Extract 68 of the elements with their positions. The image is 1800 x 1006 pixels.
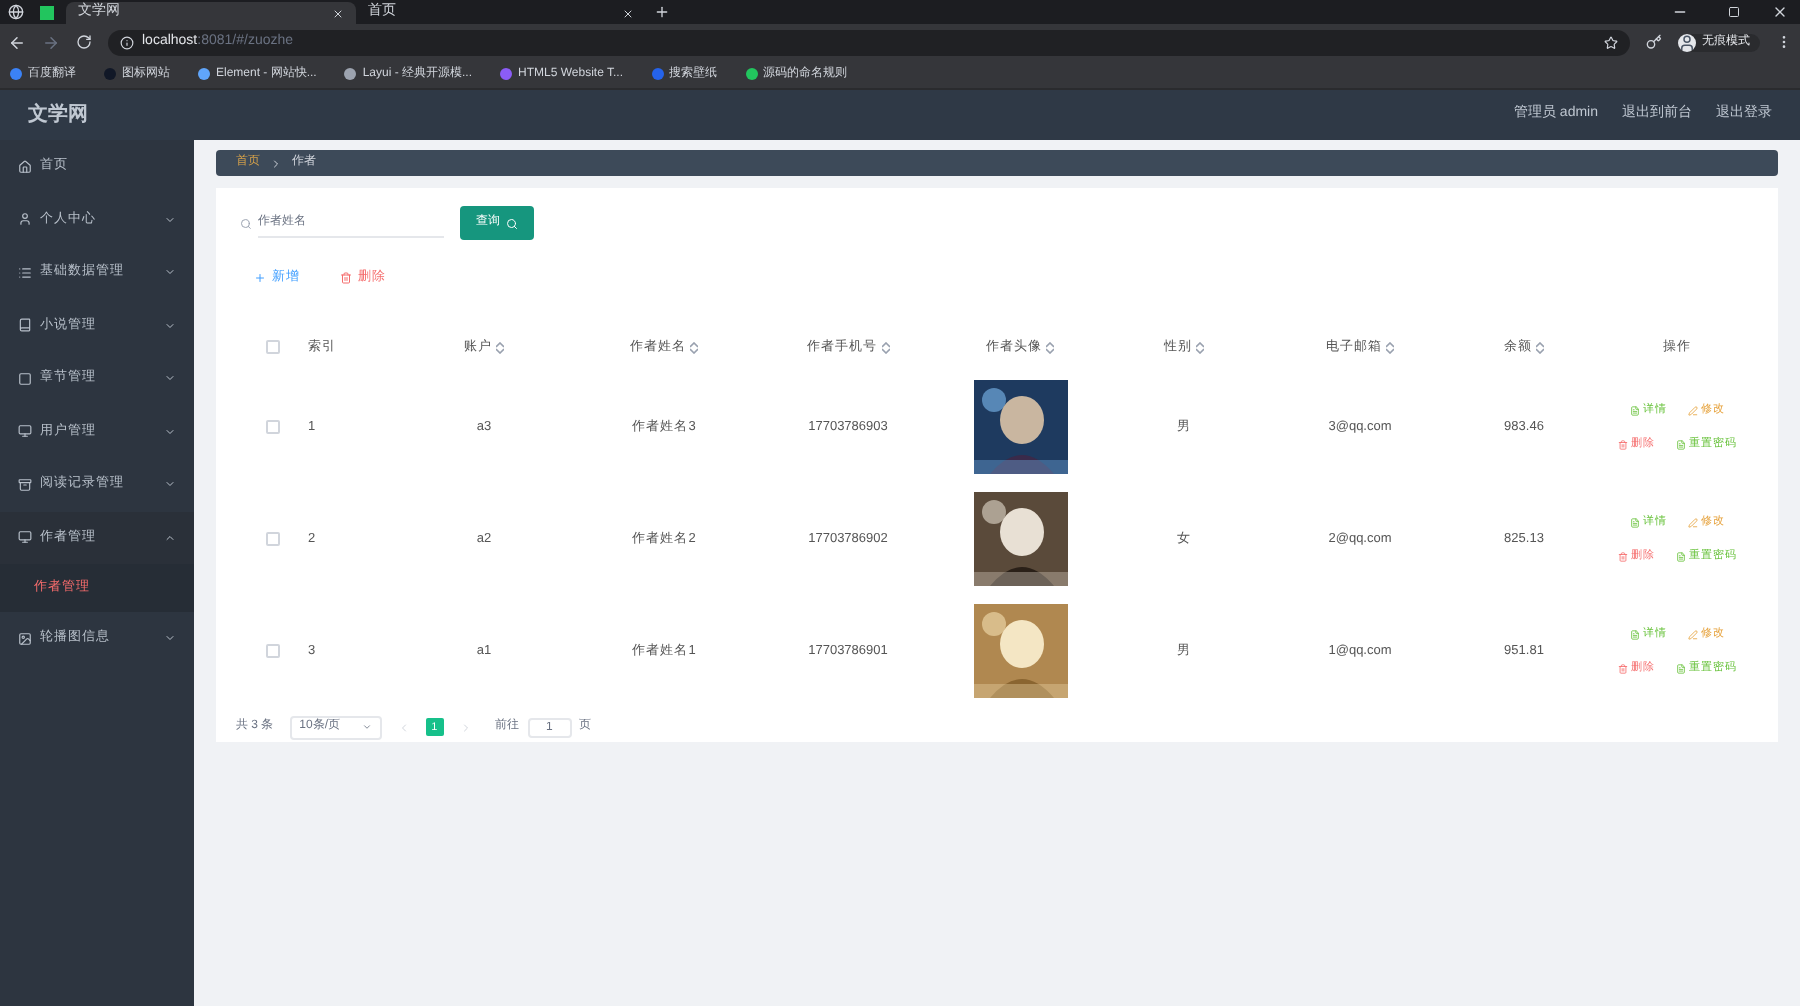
book-icon (18, 318, 32, 333)
info-icon (120, 35, 134, 49)
separator-icon (270, 157, 282, 169)
list-icon (18, 265, 32, 280)
row-checkbox[interactable] (265, 532, 279, 547)
bookmark-favicon (745, 68, 757, 80)
bookmark-favicon (500, 68, 513, 80)
chevron-down-icon (164, 478, 176, 491)
extension-icon (40, 6, 54, 20)
new-tab-icon[interactable] (654, 4, 670, 20)
chevron-down-icon (361, 722, 372, 733)
bookmark-favicon (651, 68, 663, 80)
home-icon (18, 159, 32, 174)
chevron-down-icon (164, 372, 176, 385)
row-checkbox[interactable] (265, 420, 279, 435)
back-icon[interactable] (8, 33, 26, 51)
document-icon (1629, 629, 1639, 640)
search-icon (506, 217, 518, 229)
forward-icon[interactable] (42, 33, 60, 51)
document-icon (1675, 663, 1685, 674)
close-icon[interactable] (332, 7, 344, 19)
close-icon[interactable] (622, 7, 634, 19)
trash-icon (1617, 551, 1627, 562)
row-checkbox[interactable] (265, 644, 279, 659)
archive-icon (18, 477, 32, 492)
document-icon (1629, 517, 1639, 528)
avatar-icon (1678, 33, 1696, 51)
chevron-down-icon (164, 266, 176, 279)
sort-icon (1536, 341, 1544, 354)
globe-icon (8, 4, 24, 20)
trash-icon (1617, 663, 1627, 674)
document-icon (1675, 551, 1685, 562)
search-icon (240, 217, 252, 229)
chevron-down-icon (164, 213, 176, 226)
pencil-icon (1687, 405, 1697, 416)
document-icon (1675, 439, 1685, 450)
bookmark-favicon (104, 68, 116, 80)
chevron-down-icon (164, 319, 176, 332)
restore-icon[interactable] (1728, 6, 1740, 18)
chevron-down-icon (164, 632, 176, 645)
key-icon[interactable] (1646, 34, 1662, 50)
sort-icon (1386, 341, 1394, 354)
monitor-icon (18, 424, 32, 439)
reload-icon[interactable] (76, 34, 92, 50)
chevron-up-icon (164, 531, 176, 544)
sort-icon (1046, 341, 1054, 354)
pencil-icon (1687, 629, 1697, 640)
select-all-checkbox[interactable] (265, 340, 279, 355)
app-title: 文学网 (28, 101, 88, 130)
document-icon (1629, 405, 1639, 416)
sort-icon (496, 341, 504, 354)
trash-icon (340, 271, 352, 284)
bookmark-star-icon[interactable] (1604, 35, 1618, 49)
image-icon (18, 631, 32, 646)
bookmark-favicon (10, 68, 22, 80)
user-icon (18, 212, 32, 227)
sort-icon (1196, 341, 1204, 354)
square-icon (18, 371, 32, 386)
bookmark-favicon (198, 68, 210, 80)
pencil-icon (1687, 517, 1697, 528)
chevron-down-icon (164, 425, 176, 438)
sort-icon (881, 341, 889, 354)
close-icon[interactable] (1772, 4, 1788, 20)
bookmark-favicon (344, 68, 357, 80)
monitor-icon (18, 530, 32, 545)
plus-icon (254, 271, 266, 284)
sort-icon (690, 341, 698, 354)
trash-icon (1617, 439, 1627, 450)
